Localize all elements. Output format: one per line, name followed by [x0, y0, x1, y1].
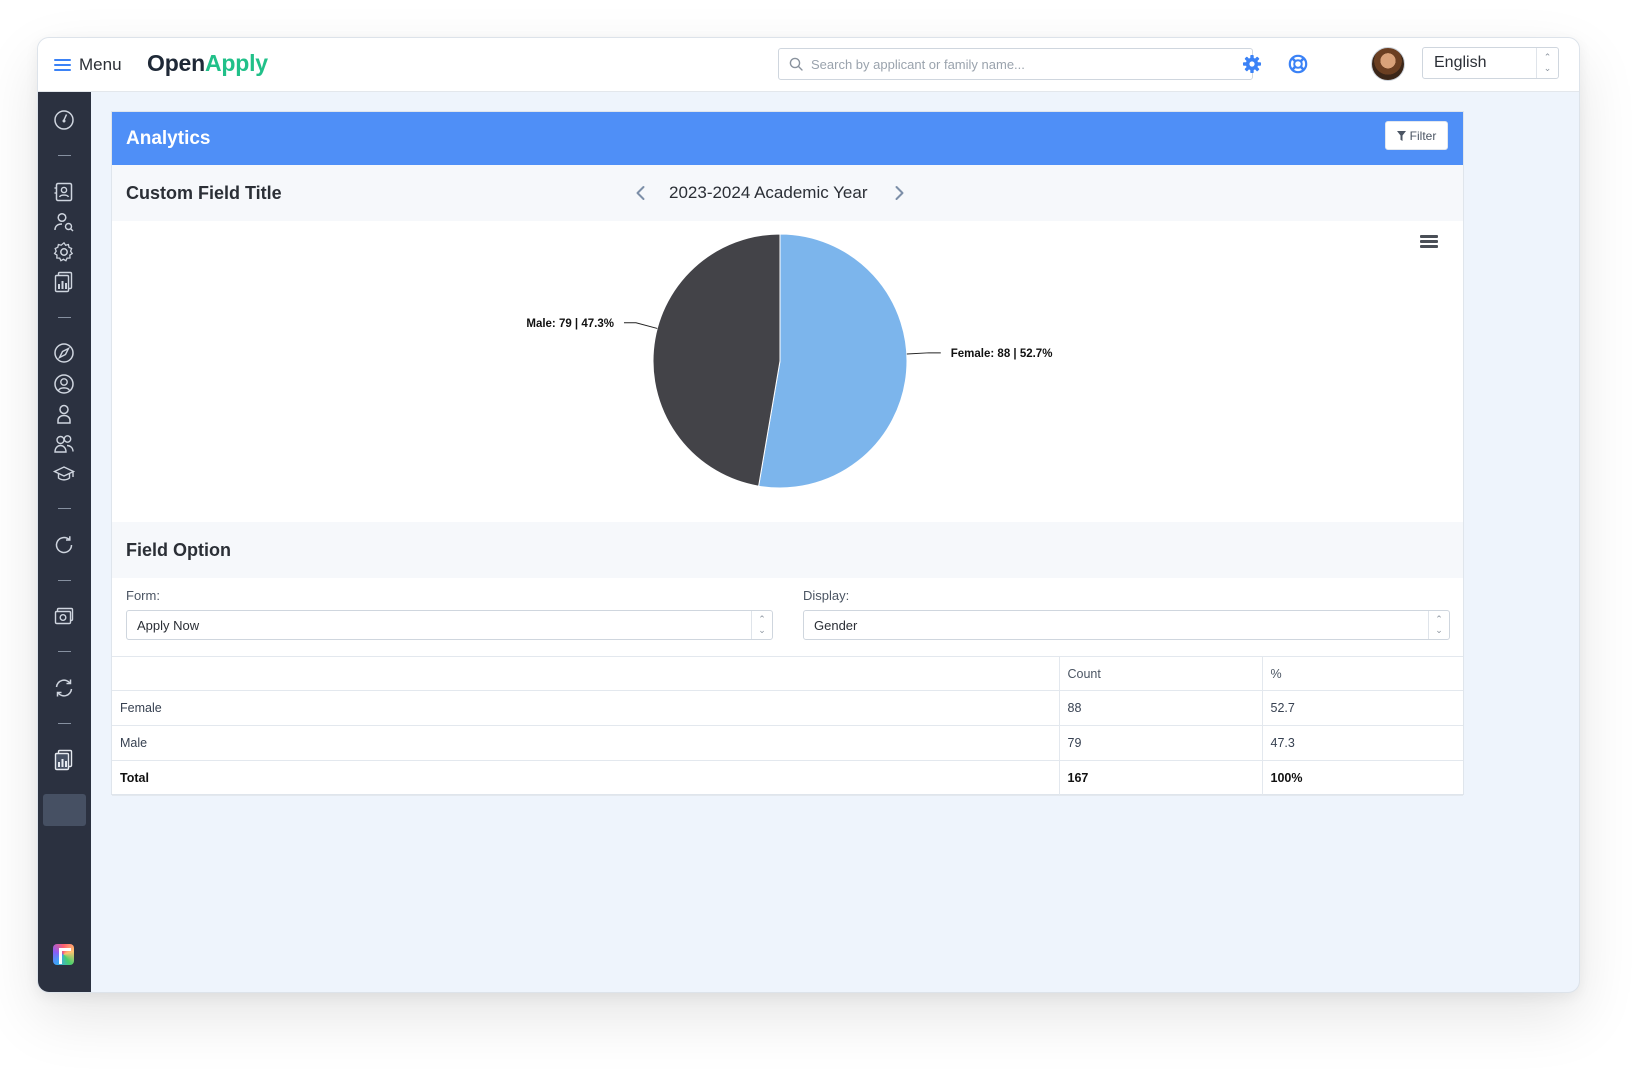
stats-table: Count % Female 88 52.7 Male 79 47.3 Tota…: [112, 656, 1463, 796]
settings-gear-icon[interactable]: [52, 240, 76, 264]
chevron-right-icon[interactable]: [889, 181, 909, 205]
hamburger-icon: [54, 58, 71, 72]
person-icon[interactable]: [52, 402, 76, 426]
row-count: 79: [1058, 725, 1262, 761]
display-select-value: Gender: [814, 617, 858, 633]
select-arrows-icon: ⌃ ⌄: [751, 611, 772, 639]
refresh-circle-icon[interactable]: [52, 533, 76, 557]
row-label: Female: [112, 690, 1059, 726]
sidebar-divider: [58, 723, 71, 724]
user-avatar[interactable]: [1371, 47, 1405, 81]
year-navigator: 2023-2024 Academic Year: [631, 181, 911, 205]
panel-header: Analytics Filter: [112, 112, 1463, 165]
column-header-percent: %: [1261, 656, 1463, 691]
pie-slice-male[interactable]: [652, 233, 781, 487]
display-label: Display:: [803, 588, 850, 603]
total-percent: 100%: [1261, 760, 1463, 796]
reports-document-icon[interactable]: [52, 270, 76, 294]
logo[interactable]: OpenApply: [147, 50, 268, 77]
filter-label: Filter: [1409, 128, 1437, 143]
row-percent: 47.3: [1261, 725, 1463, 761]
pie-slice-female[interactable]: [758, 233, 908, 489]
family-group-icon[interactable]: [52, 432, 76, 456]
dashboard-gauge-icon[interactable]: [52, 108, 76, 132]
app-window: Menu OpenApply Search by applicant or fa…: [37, 37, 1580, 993]
column-header-label: [112, 656, 1059, 691]
table-total-row: Total 167 100%: [112, 760, 1463, 796]
total-count: 167: [1058, 760, 1262, 796]
field-option-header: Field Option: [112, 522, 1463, 578]
select-arrows-icon: ⌃ ⌄: [1536, 48, 1558, 78]
sync-icon[interactable]: [52, 676, 76, 700]
analytics-report-icon[interactable]: [52, 748, 76, 772]
pie-connector-female: [906, 352, 941, 355]
language-select[interactable]: English ⌃ ⌄: [1422, 47, 1559, 79]
sidebar-divider: [58, 508, 71, 509]
table-row: Female 88 52.7: [112, 690, 1463, 726]
pie-label-male: Male: 79 | 47.3%: [526, 318, 614, 330]
graduation-cap-icon[interactable]: [52, 462, 76, 486]
page-title: Analytics: [126, 128, 211, 149]
form-select-value: Apply Now: [137, 617, 200, 633]
row-label: Male: [112, 725, 1059, 761]
logo-apply: Apply: [204, 50, 268, 76]
menu-button[interactable]: Menu: [54, 52, 122, 78]
search-box[interactable]: [778, 48, 1253, 80]
sidebar-divider: [58, 155, 71, 156]
sidebar-divider: [58, 580, 71, 581]
table-row: Male 79 47.3: [112, 725, 1463, 761]
column-header-count: Count: [1058, 656, 1262, 691]
gear-icon[interactable]: [1240, 52, 1264, 76]
compass-icon[interactable]: [52, 341, 76, 365]
table-header-row: Count %: [112, 656, 1463, 691]
filter-icon: [1396, 130, 1406, 141]
row-percent: 52.7: [1261, 690, 1463, 726]
sidebar: [38, 92, 91, 992]
top-bar: Menu OpenApply Search by applicant or fa…: [38, 38, 1579, 92]
form-select[interactable]: Apply Now ⌃ ⌄: [126, 610, 773, 640]
row-count: 88: [1058, 690, 1262, 726]
academic-year-label: 2023-2024 Academic Year: [669, 183, 868, 202]
filter-button[interactable]: Filter: [1385, 121, 1448, 150]
lifebuoy-icon[interactable]: [1286, 52, 1310, 76]
search-icon: [789, 57, 803, 71]
analytics-panel: Analytics Filter Custom Field Title 2023…: [111, 111, 1464, 796]
pie-connector-male: [623, 322, 658, 329]
camera-screen-icon[interactable]: [52, 604, 76, 628]
form-label: Form:: [126, 588, 160, 603]
chart-header: Custom Field Title 2023-2024 Academic Ye…: [112, 165, 1463, 221]
contacts-book-icon[interactable]: [52, 180, 76, 204]
field-option-title: Field Option: [126, 540, 231, 560]
sidebar-divider: [58, 317, 71, 318]
sidebar-item-analytics-active[interactable]: [43, 794, 86, 826]
language-value: English: [1434, 54, 1487, 71]
chevron-left-icon[interactable]: [631, 181, 651, 205]
search-input[interactable]: [811, 56, 1231, 72]
gender-pie-chart: Female: 88 | 52.7% Male: 79 | 47.3%: [526, 233, 1053, 489]
menu-label: Menu: [79, 55, 122, 74]
chart-section-title: Custom Field Title: [126, 183, 282, 203]
display-select[interactable]: Gender ⌃ ⌄: [803, 610, 1450, 640]
logo-open: Open: [147, 50, 205, 76]
user-search-icon[interactable]: [52, 210, 76, 234]
total-label: Total: [112, 760, 1059, 796]
select-arrows-icon: ⌃ ⌄: [1428, 611, 1449, 639]
brand-app-icon[interactable]: [53, 944, 74, 965]
sidebar-divider: [58, 651, 71, 652]
pie-label-female: Female: 88 | 52.7%: [951, 348, 1053, 360]
profile-circle-icon[interactable]: [52, 372, 76, 396]
